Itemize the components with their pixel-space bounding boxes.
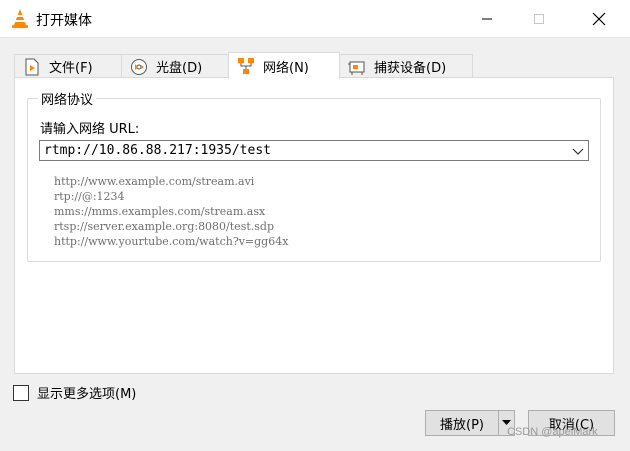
tab-capture[interactable]: 捕获设备(D) [339, 54, 473, 78]
tab-network-label: 网络(N) [263, 60, 309, 76]
window-title: 打开媒体 [36, 13, 92, 29]
tab-file[interactable]: 文件(F) [14, 54, 122, 78]
network-icon [237, 57, 255, 75]
close-icon [592, 12, 606, 26]
more-options-checkbox[interactable] [13, 384, 29, 401]
url-examples: http://www.example.com/stream.avi rtp://… [54, 174, 288, 249]
capture-card-icon [348, 58, 366, 76]
tab-disc-label: 光盘(D) [156, 61, 203, 76]
example-url: http://www.yourtube.com/watch?v=gg64x [54, 235, 289, 248]
minimize-button[interactable] [464, 0, 510, 38]
tab-network[interactable]: 网络(N) [228, 52, 340, 79]
example-url: mms://mms.examples.com/stream.asx [54, 205, 266, 218]
example-url: rtp://@:1234 [54, 190, 125, 203]
watermark: CSDN @apeiMark [507, 426, 598, 438]
url-label: 请输入网络 URL: [40, 122, 140, 137]
more-options-row[interactable]: 显示更多选项(M) [13, 383, 136, 402]
url-input[interactable]: rtmp://10.86.88.217:1935/test [44, 143, 271, 158]
chevron-down-icon[interactable] [572, 145, 584, 157]
minimize-icon [482, 18, 492, 20]
tab-disc[interactable]: 光盘(D) [121, 54, 229, 78]
protocol-group: 网络协议 请输入网络 URL: rtmp://10.86.88.217:1935… [27, 89, 601, 262]
maximize-button[interactable] [516, 0, 562, 38]
network-panel: 网络协议 请输入网络 URL: rtmp://10.86.88.217:1935… [14, 77, 614, 374]
tab-file-label: 文件(F) [49, 61, 93, 76]
maximize-icon [534, 14, 544, 24]
close-button[interactable] [576, 0, 622, 38]
example-url: http://www.example.com/stream.avi [54, 175, 255, 188]
tab-capture-label: 捕获设备(D) [374, 61, 447, 76]
title-bar: 打开媒体 [0, 0, 630, 38]
group-title: 网络协议 [38, 89, 97, 108]
file-icon [23, 58, 41, 76]
url-combobox[interactable]: rtmp://10.86.88.217:1935/test [39, 140, 589, 161]
disc-icon [130, 58, 148, 76]
more-options-label[interactable]: 显示更多选项(M) [37, 383, 136, 402]
example-url: rtsp://server.example.org:8080/test.sdp [54, 220, 274, 233]
vlc-cone-icon [12, 9, 28, 28]
play-button[interactable]: 播放(P) [425, 410, 499, 436]
